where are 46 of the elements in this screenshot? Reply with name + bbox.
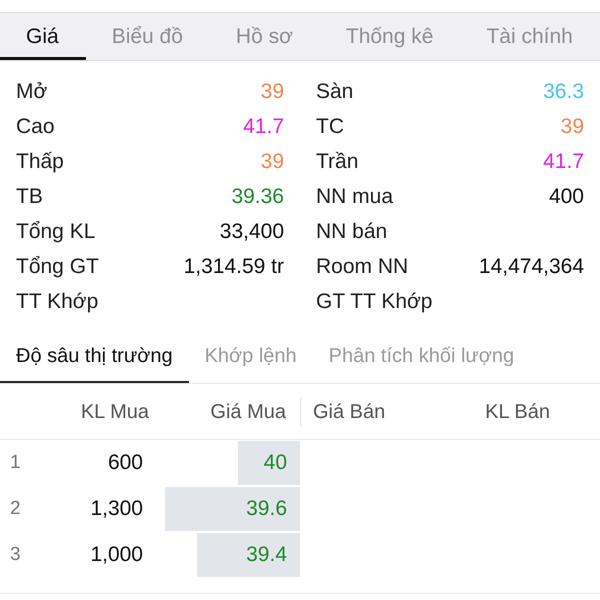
stat-value: 1,314.59 tr [184,254,284,280]
stat-label: TC [316,114,344,140]
stat-label: Tổng GT [16,254,99,280]
stat-label: TB [16,184,43,210]
section-tab[interactable]: Thống kê [320,13,460,60]
bid-price: 39.4 [246,542,288,568]
stat-label: Cao [16,114,55,140]
bid-volume: 600 [108,450,144,476]
stat-label: Mở [16,78,48,105]
column-header: KL Bán [484,400,551,424]
stat-label: Tổng KL [16,218,96,245]
stat-value: 14,474,364 [478,254,584,280]
stat-label: Room NN [316,254,408,280]
stat-value: 400 [548,184,584,210]
stat-label: GT TT Khớp [316,288,432,315]
stat-label: Trần [316,148,358,175]
row-number: 3 [9,542,21,567]
row-number: 1 [9,450,21,475]
stat-value: 39.36 [231,184,284,210]
bid-price: 40 [264,450,288,476]
section-tab[interactable]: Tài chính [460,13,600,60]
column-header: Giá Mua [209,400,287,424]
stat-label: Thấp [16,148,64,175]
stat-value: 36.3 [543,78,584,105]
stat-label: NN mua [316,184,394,210]
stat-value: 33,400 [220,218,284,245]
stat-value: 39 [260,148,284,175]
detail-tab[interactable]: Phân tích khối lượng [312,331,530,383]
section-tab[interactable]: Biểu đồ [86,13,210,60]
detail-tab[interactable]: Khớp lệnh [188,331,313,383]
detail-tab[interactable]: Độ sâu thị trường [0,331,189,383]
stat-value: 39 [560,114,584,140]
row-number: 2 [9,496,21,521]
bid-price: 39.6 [246,496,288,522]
stat-value: 41.7 [243,114,284,140]
stat-value: 41.7 [543,148,584,175]
bid-volume: 1,300 [90,496,144,522]
stat-value: 39 [260,78,284,105]
section-tab[interactable]: Hồ sơ [210,13,320,60]
stat-label: TT Khớp [16,288,98,315]
stat-label: NN bán [316,218,388,245]
column-header: KL Mua [80,400,150,424]
bid-volume: 1,000 [90,542,144,568]
section-tab[interactable]: Giá [0,13,86,60]
column-header: Giá Bán [300,396,450,426]
stat-label: Sàn [316,78,354,105]
